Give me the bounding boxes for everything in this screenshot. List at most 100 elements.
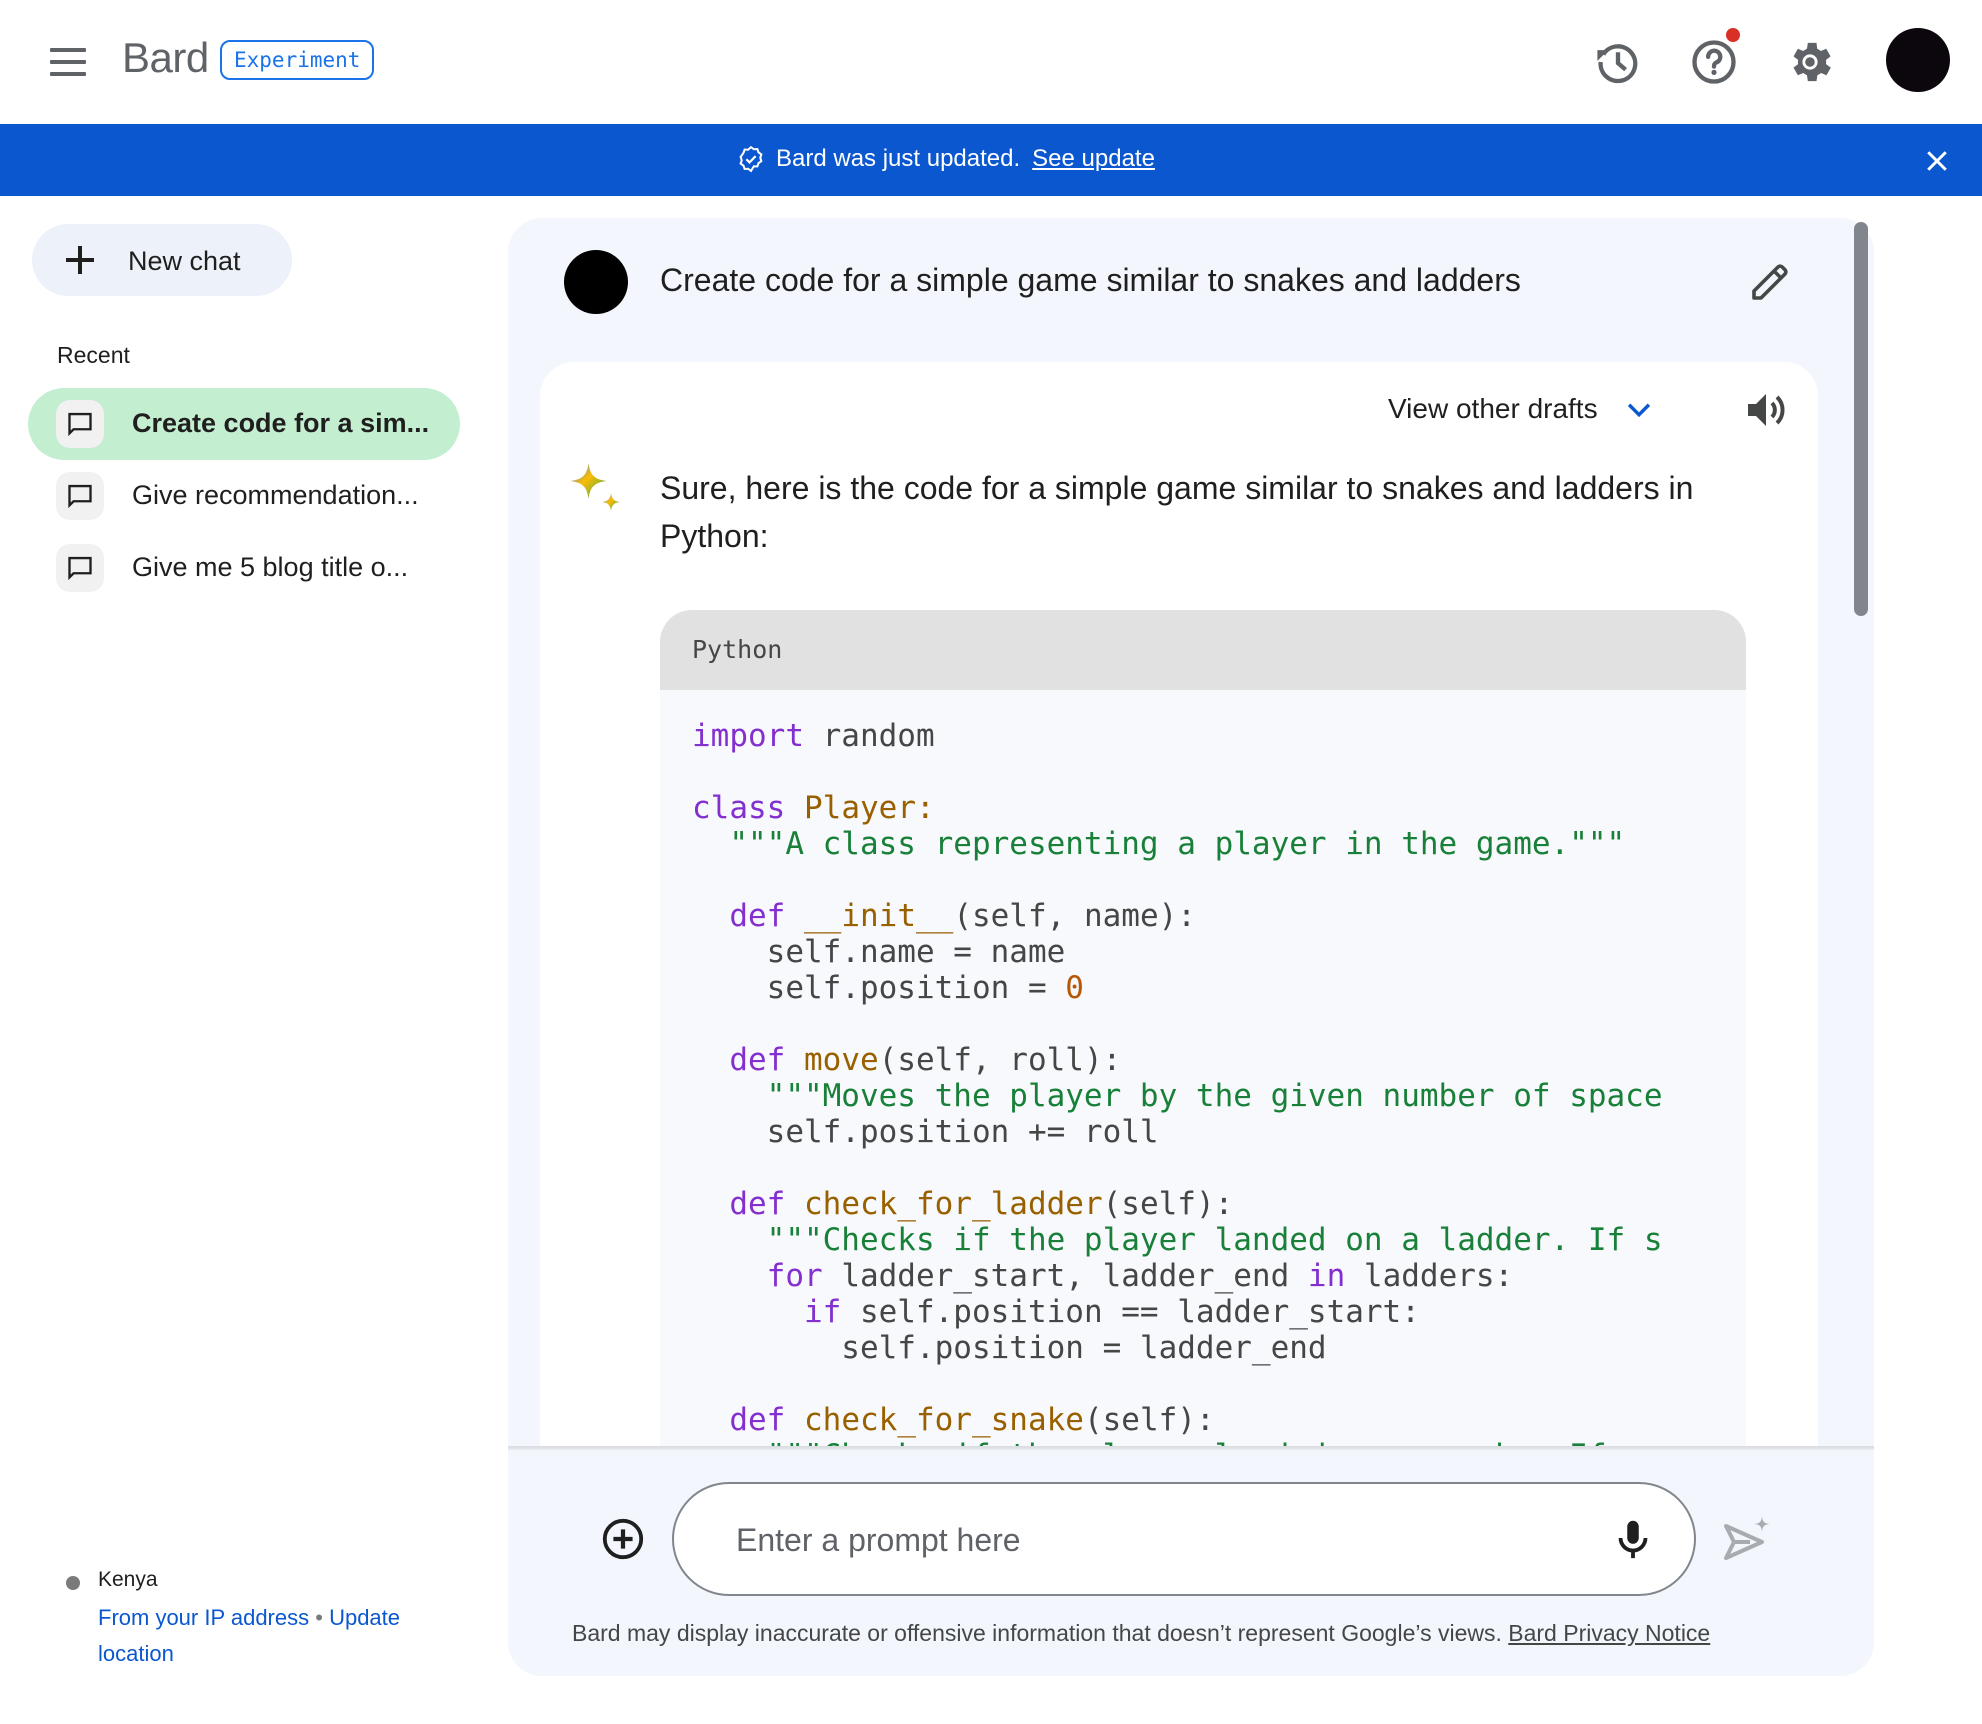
privacy-notice-link[interactable]: Bard Privacy Notice xyxy=(1508,1620,1710,1646)
disclaimer: Bard may display inaccurate or offensive… xyxy=(572,1620,1710,1647)
banner-message: Bard was just updated. xyxy=(776,145,1021,172)
recent-chat-title: Give me 5 blog title o... xyxy=(132,552,409,582)
drafts-label: View other drafts xyxy=(1388,393,1598,424)
menu-icon-bar xyxy=(50,60,86,64)
code-token: """A class representing a player in the … xyxy=(692,826,1626,862)
chat-bubble-icon xyxy=(68,412,92,437)
recent-chat-item[interactable]: Give recommendation... xyxy=(28,460,460,532)
code-token: ladder_start, ladder_end xyxy=(822,1258,1308,1294)
code-line: """Checks if the player landed on a ladd… xyxy=(692,1222,1746,1258)
code-token: Player: xyxy=(804,790,935,826)
code-content: import random class Player: """A class re… xyxy=(660,690,1746,1450)
conversation-scrollbar[interactable] xyxy=(1854,222,1868,616)
history-icon xyxy=(1597,44,1638,84)
code-token: __init__ xyxy=(804,898,954,934)
chat-bubble-icon xyxy=(68,556,92,581)
code-line: self.position = 0 xyxy=(692,970,1746,1006)
code-token: """Moves the player by the given number … xyxy=(692,1078,1663,1114)
code-line: def move(self, roll): xyxy=(692,1042,1746,1078)
recent-heading: Recent xyxy=(57,342,130,368)
recent-chat-title: Give recommendation... xyxy=(132,480,419,510)
speaker-icon[interactable] xyxy=(1742,386,1790,434)
code-token: import xyxy=(692,718,804,754)
code-token: (self, name): xyxy=(953,898,1196,934)
app-logo[interactable]: Bard xyxy=(122,34,209,82)
code-token: in xyxy=(1307,1258,1346,1294)
code-token: def xyxy=(692,1402,786,1438)
user-prompt: Create code for a simple game similar to… xyxy=(660,262,1521,298)
edit-prompt-icon[interactable] xyxy=(1746,258,1794,306)
code-line: def check_for_snake(self): xyxy=(692,1402,1746,1438)
code-token: self.position += roll xyxy=(692,1114,1159,1150)
code-token: def xyxy=(692,1042,786,1078)
chat-bubble-icon-wrap xyxy=(56,472,104,520)
code-line: if self.position == ladder_start: xyxy=(692,1294,1746,1330)
recent-chat-item[interactable]: Create code for a sim... xyxy=(28,388,460,460)
code-token: self.position == ladder_start: xyxy=(841,1294,1420,1330)
microphone-icon[interactable] xyxy=(1610,1516,1656,1562)
view-other-drafts-button[interactable]: View other drafts xyxy=(1388,392,1656,426)
code-line: """A class representing a player in the … xyxy=(692,826,1746,862)
help-icon xyxy=(1692,40,1736,84)
code-token: check_for_snake xyxy=(804,1402,1084,1438)
code-token: self.position = xyxy=(692,970,1066,1006)
menu-icon-bar xyxy=(50,48,86,52)
chevron-down-icon xyxy=(1627,403,1650,418)
account-avatar[interactable] xyxy=(1886,28,1950,92)
location-links: From your IP address • Update location xyxy=(98,1600,458,1672)
bard-sparkle-icon xyxy=(570,463,620,511)
code-line: for ladder_start, ladder_end in ladders: xyxy=(692,1258,1746,1294)
settings-button[interactable] xyxy=(1784,36,1836,88)
code-token: self.position = ladder_end xyxy=(692,1330,1327,1366)
new-chat-label: New chat xyxy=(128,246,241,276)
send-icon[interactable] xyxy=(1718,1512,1774,1568)
add-attachment-icon[interactable] xyxy=(600,1516,646,1562)
code-token: move xyxy=(804,1042,879,1078)
code-token: """Checks if the player landed on a ladd… xyxy=(692,1222,1663,1258)
code-line: def check_for_ladder(self): xyxy=(692,1186,1746,1222)
help-button[interactable] xyxy=(1688,36,1740,88)
history-button[interactable] xyxy=(1592,36,1644,88)
verified-badge-icon xyxy=(739,145,763,173)
ip-address-link[interactable]: From your IP address xyxy=(98,1605,309,1630)
code-token: (self, roll): xyxy=(878,1042,1122,1078)
update-banner: Bard was just updated. See update xyxy=(0,124,1982,196)
code-language-label: Python xyxy=(660,610,1746,690)
banner-content: Bard was just updated. See update xyxy=(736,144,1155,174)
code-token: class xyxy=(692,790,786,826)
plus-icon xyxy=(66,246,94,274)
code-line: def __init__(self, name): xyxy=(692,898,1746,934)
code-line: self.name = name xyxy=(692,934,1746,970)
code-token: def xyxy=(692,898,786,934)
code-line: self.position += roll xyxy=(692,1114,1746,1150)
notification-dot xyxy=(1726,28,1740,42)
recent-chat-title: Create code for a sim... xyxy=(132,408,430,438)
code-token: check_for_ladder xyxy=(804,1186,1103,1222)
prompt-input[interactable] xyxy=(736,1514,1596,1566)
disclaimer-text: Bard may display inaccurate or offensive… xyxy=(572,1620,1502,1646)
code-token: (self): xyxy=(1102,1186,1234,1222)
chat-bubble-icon-wrap xyxy=(56,544,104,592)
location-dot-icon xyxy=(66,1576,80,1590)
location-separator: • xyxy=(315,1605,323,1630)
recent-chat-item[interactable]: Give me 5 blog title o... xyxy=(28,532,460,604)
close-icon[interactable] xyxy=(1922,146,1952,176)
main-menu-button[interactable] xyxy=(44,42,92,82)
user-avatar xyxy=(564,250,628,314)
code-token: if xyxy=(692,1294,842,1330)
code-token: (self): xyxy=(1083,1402,1215,1438)
new-chat-button[interactable]: New chat xyxy=(32,224,292,296)
code-line: self.position = ladder_end xyxy=(692,1330,1746,1366)
code-block: Python import random class Player: """A c… xyxy=(660,610,1746,1450)
see-update-link[interactable]: See update xyxy=(1032,145,1155,173)
